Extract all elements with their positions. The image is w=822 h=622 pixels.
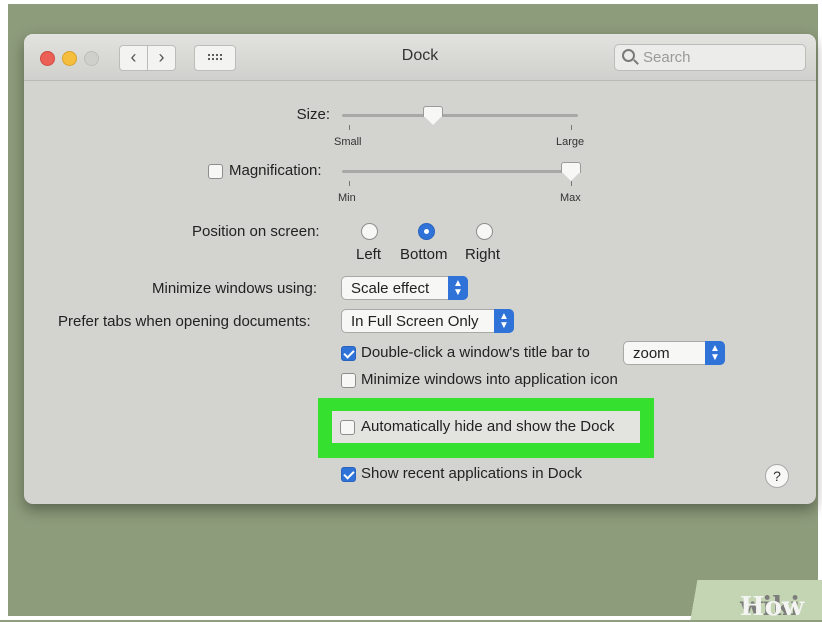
position-left-label: Left bbox=[356, 246, 382, 263]
position-bottom-label: Bottom bbox=[400, 246, 448, 263]
magnification-slider-track[interactable] bbox=[342, 170, 578, 173]
magnification-label: Magnification: bbox=[229, 162, 322, 179]
magnification-slider-thumb[interactable] bbox=[561, 162, 581, 182]
magnification-checkbox[interactable] bbox=[208, 164, 223, 179]
size-tick-max bbox=[571, 125, 572, 130]
size-slider-track[interactable] bbox=[342, 114, 578, 117]
show-recent-label: Show recent applications in Dock bbox=[361, 465, 582, 482]
size-tick-min bbox=[349, 125, 350, 130]
double-click-checkbox[interactable] bbox=[341, 346, 356, 361]
position-bottom-radio[interactable] bbox=[418, 223, 435, 240]
prefer-tabs-label: Prefer tabs when opening documents: bbox=[58, 313, 311, 330]
search-icon bbox=[622, 49, 635, 62]
auto-hide-label: Automatically hide and show the Dock bbox=[361, 418, 615, 435]
search-field[interactable]: Search bbox=[614, 44, 806, 71]
minimize-into-icon-label: Minimize windows into application icon bbox=[361, 371, 618, 388]
minimize-effect-value: Scale effect bbox=[351, 280, 430, 297]
position-right-radio[interactable] bbox=[476, 223, 493, 240]
double-click-action-value: zoom bbox=[633, 345, 670, 362]
prefer-tabs-value: In Full Screen Only bbox=[351, 313, 479, 330]
wikihow-watermark: wiki How bbox=[664, 580, 822, 622]
popup-arrows-icon: ▲ ▼ bbox=[494, 309, 514, 333]
magnification-min-label: Min bbox=[338, 192, 356, 204]
size-max-label: Large bbox=[556, 136, 585, 148]
watermark-how: How bbox=[740, 592, 805, 622]
show-recent-checkbox[interactable] bbox=[341, 467, 356, 482]
size-min-label: Small bbox=[334, 136, 362, 148]
minimize-into-icon-checkbox[interactable] bbox=[341, 373, 356, 388]
search-placeholder: Search bbox=[643, 49, 691, 66]
double-click-action-popup[interactable]: zoom ▲ ▼ bbox=[623, 341, 725, 365]
prefer-tabs-popup[interactable]: In Full Screen Only ▲ ▼ bbox=[341, 309, 514, 333]
magnification-tick-min bbox=[349, 181, 350, 186]
double-click-label: Double-click a window's title bar to bbox=[361, 344, 590, 361]
auto-hide-checkbox[interactable] bbox=[340, 420, 355, 435]
popup-arrows-icon: ▲ ▼ bbox=[448, 276, 468, 300]
minimize-label: Minimize windows using: bbox=[152, 280, 318, 297]
size-slider-thumb[interactable] bbox=[423, 106, 443, 126]
size-label: Size: bbox=[296, 106, 330, 123]
popup-arrows-icon: ▲ ▼ bbox=[705, 341, 725, 365]
magnification-max-label: Max bbox=[560, 192, 581, 204]
position-right-label: Right bbox=[465, 246, 501, 263]
title-bar: ‹ › Dock Search bbox=[24, 34, 816, 81]
position-left-radio[interactable] bbox=[361, 223, 378, 240]
position-label: Position on screen: bbox=[192, 223, 320, 240]
minimize-effect-popup[interactable]: Scale effect ▲ ▼ bbox=[341, 276, 468, 300]
help-button[interactable]: ? bbox=[765, 464, 789, 488]
